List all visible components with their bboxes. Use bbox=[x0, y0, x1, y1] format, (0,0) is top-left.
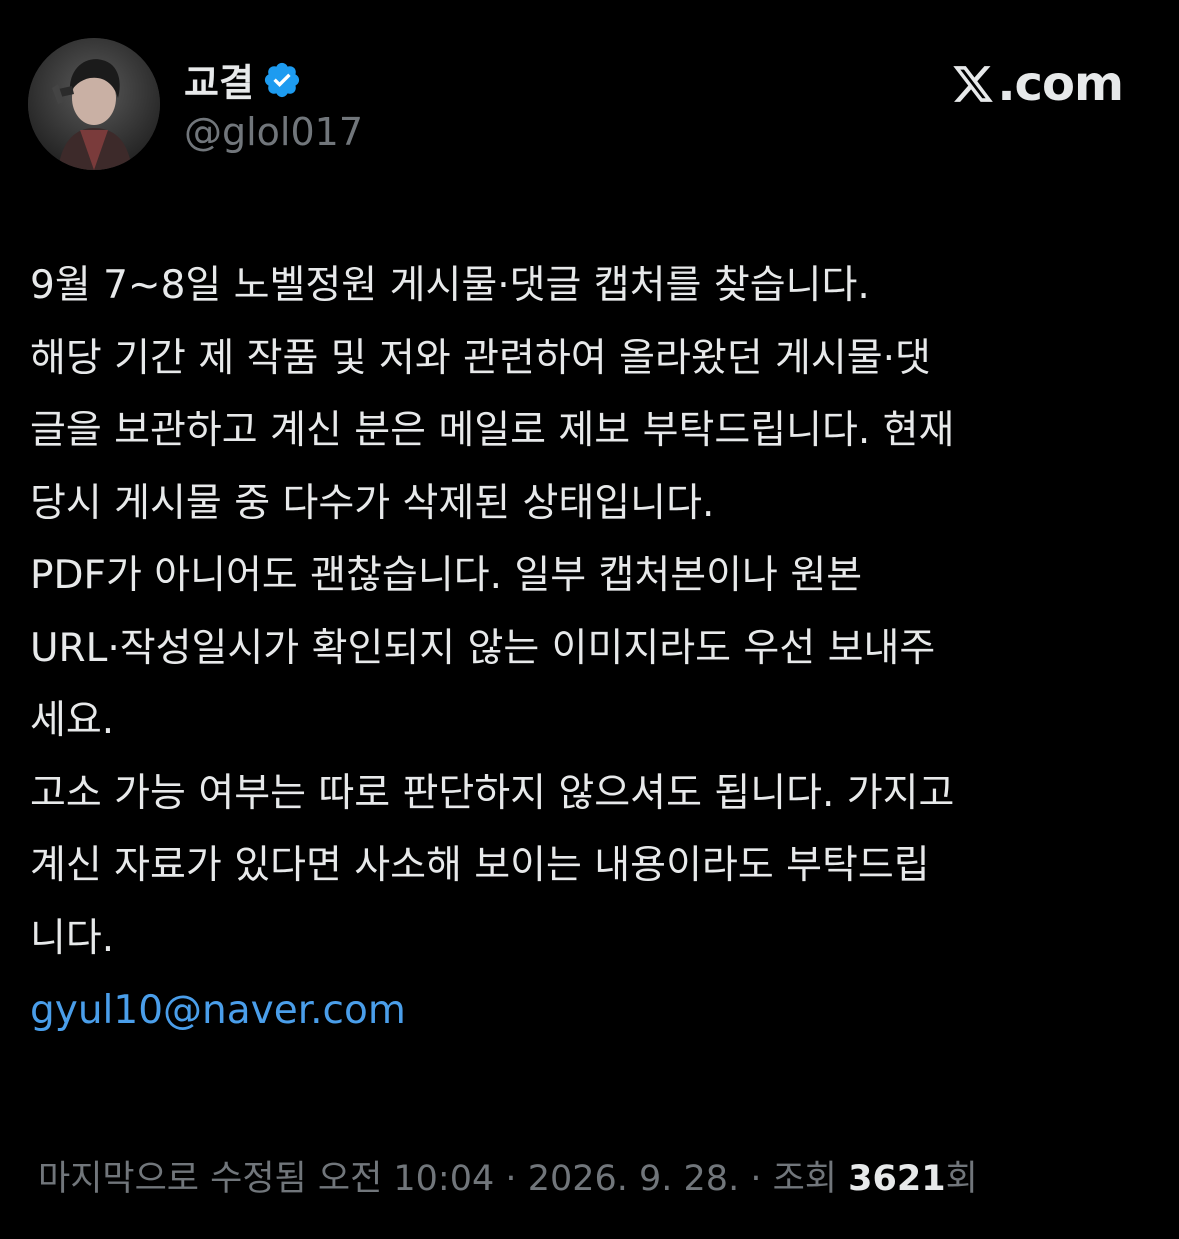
views-count: 3621 bbox=[848, 1159, 946, 1199]
tweet-body: 9월 7~8일 노벨정원 게시물·댓글 캡처를 찾습니다. 해당 기간 제 작품… bbox=[30, 250, 1155, 1048]
post-date[interactable]: 2026. 9. 28. bbox=[528, 1159, 740, 1199]
views-prefix: · 조회 bbox=[750, 1159, 837, 1199]
verified-badge-icon bbox=[264, 62, 300, 97]
tweet-line: 글을 보관하고 계신 분은 메일로 제보 부탁드립니다. 현재 bbox=[30, 408, 955, 453]
edited-label[interactable]: 마지막으로 수정됨 bbox=[38, 1159, 307, 1199]
tweet-line: 고소 가능 여부는 따로 판단하지 않으셔도 됩니다. 가지고 bbox=[30, 770, 955, 816]
meta-separator: · bbox=[505, 1159, 517, 1199]
user-handle[interactable]: @glol017 bbox=[184, 110, 363, 154]
email-link[interactable]: gyul10@naver.com bbox=[30, 988, 406, 1033]
tweet-line: PDF가 아니어도 괜찮습니다. 일부 캡처본이나 원본 bbox=[30, 553, 863, 598]
tweet-line: 계신 자료가 있다면 사소해 보이는 내용이라도 부탁드립 bbox=[30, 843, 930, 888]
post-time[interactable]: 오전 10:04 bbox=[318, 1159, 494, 1199]
display-name-text: 교결 bbox=[184, 61, 254, 105]
tweet-line: 해당 기간 제 작품 및 저와 관련하여 올라왔던 게시물·댓 bbox=[30, 335, 931, 381]
brand-domain-text: .com bbox=[997, 56, 1124, 112]
x-logo-icon bbox=[953, 66, 994, 102]
avatar-portrait-icon bbox=[28, 38, 160, 170]
tweet-meta: 마지막으로 수정됨 오전 10:04 · 2026. 9. 28. · 조회 3… bbox=[38, 1150, 978, 1201]
avatar[interactable] bbox=[28, 38, 160, 170]
x-com-brand: .com bbox=[951, 56, 1124, 112]
tweet-line: 니다. bbox=[30, 915, 115, 961]
tweet-line: 세요. bbox=[30, 698, 115, 743]
tweet-line: URL·작성일시가 확인되지 않는 이미지라도 우선 보내주 bbox=[30, 625, 936, 671]
display-name[interactable]: 교결 bbox=[184, 52, 302, 107]
tweet-line: 당시 게시물 중 다수가 삭제된 상태입니다. bbox=[30, 480, 715, 526]
views-suffix: 회 bbox=[945, 1159, 978, 1199]
tweet-line: 9월 7~8일 노벨정원 게시물·댓글 캡처를 찾습니다. bbox=[30, 263, 870, 308]
tweet-header: 교결 @glol017 .com bbox=[28, 38, 1151, 172]
